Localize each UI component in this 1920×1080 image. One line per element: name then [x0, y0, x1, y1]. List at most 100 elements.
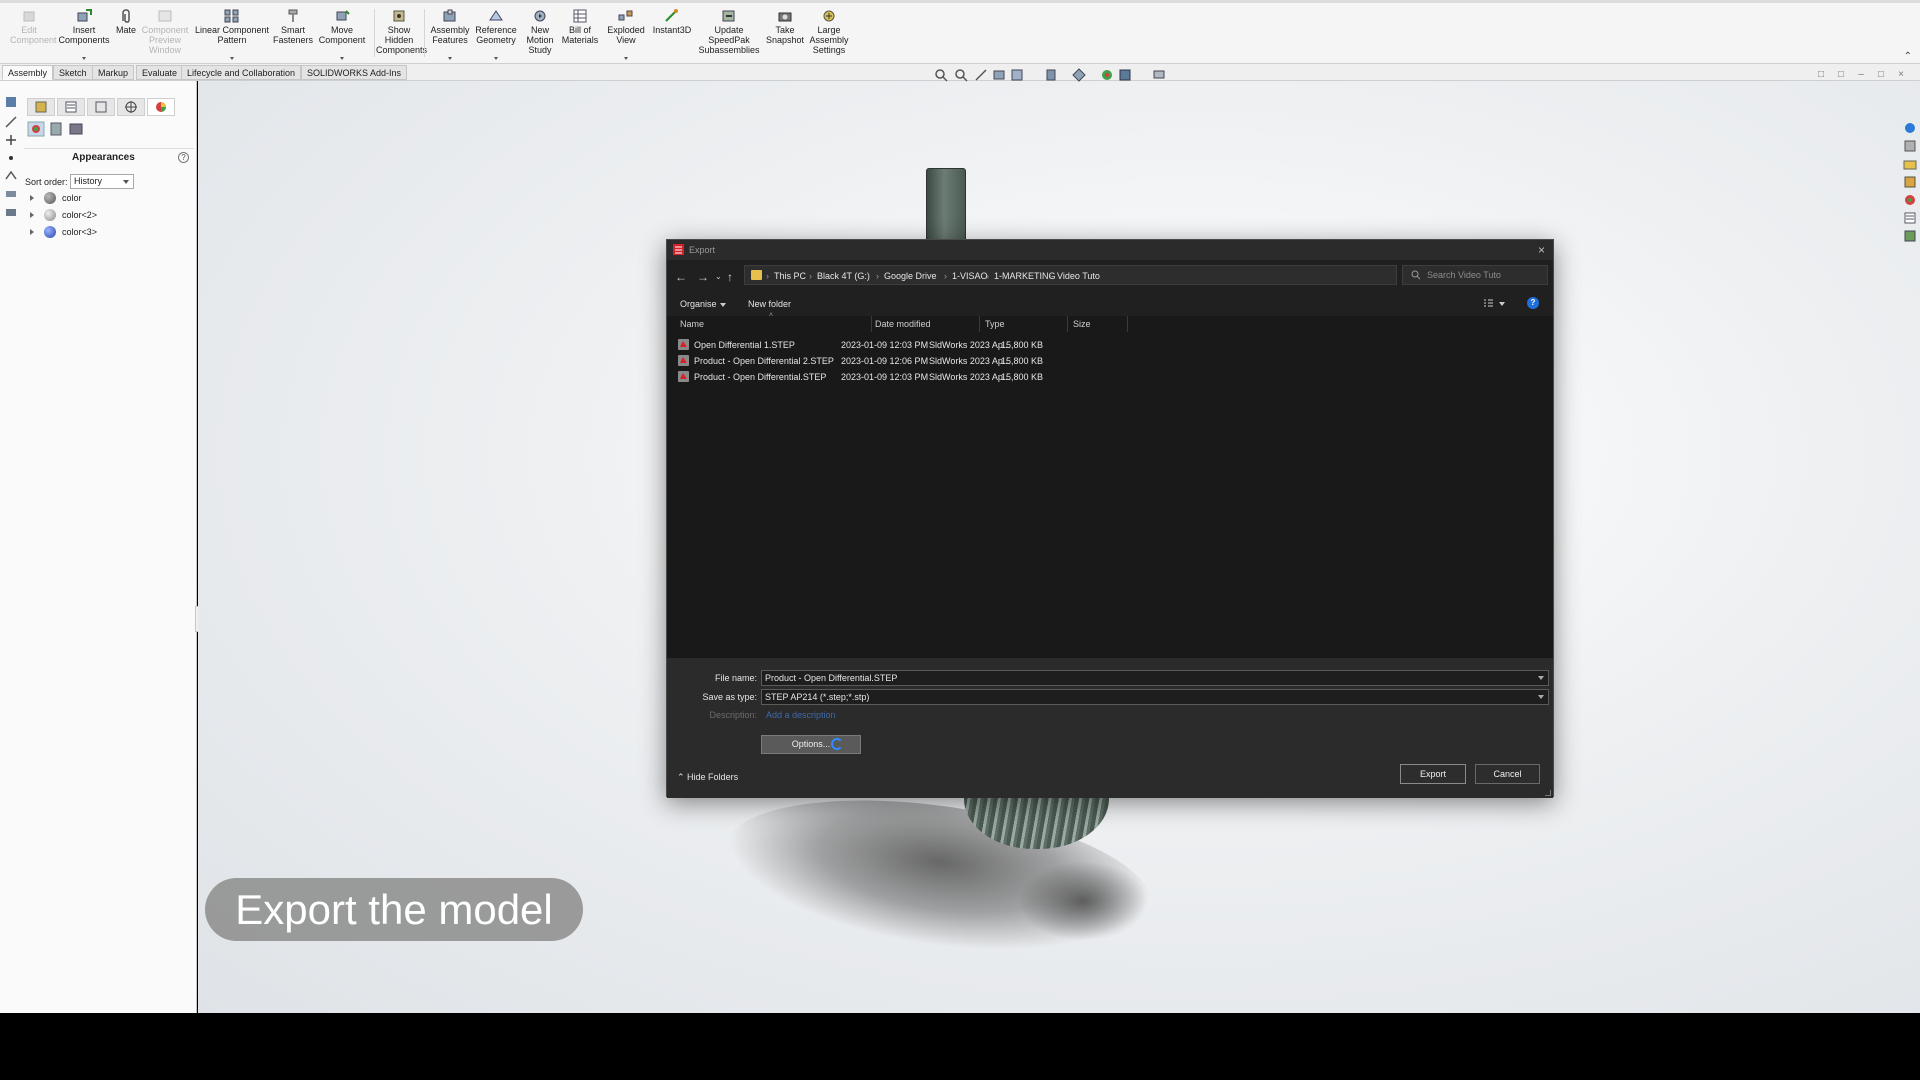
edit-appearance-icon[interactable]: [1100, 68, 1114, 82]
tab-lifecycle-collaboration[interactable]: Lifecycle and Collaboration: [181, 65, 302, 80]
maximize-doc-icon[interactable]: □: [1876, 70, 1886, 80]
edit-component-button[interactable]: Edit Component: [10, 7, 57, 45]
view-palette-icon[interactable]: [1903, 175, 1917, 189]
file-name-input[interactable]: Product - Open Differential.STEP: [761, 670, 1549, 686]
file-row[interactable]: Product - Open Differential 2.STEP 2023-…: [673, 353, 1127, 368]
part-icon[interactable]: [4, 95, 18, 109]
column-type[interactable]: Type: [985, 319, 1005, 329]
exploded-view-caret-icon[interactable]: [624, 57, 628, 60]
move-component-button[interactable]: Move Component: [316, 7, 368, 60]
tile-icon[interactable]: □: [1816, 70, 1826, 80]
linear-pattern-caret-icon[interactable]: [230, 57, 234, 60]
cancel-button[interactable]: Cancel: [1475, 764, 1540, 784]
zoom-to-area-icon[interactable]: [954, 68, 968, 82]
file-list[interactable]: Name ˄ Date modified Type Size Open Diff…: [667, 312, 1553, 658]
apply-scene-icon[interactable]: [1118, 68, 1132, 82]
scenes-icon[interactable]: [67, 121, 85, 137]
up-arrow-icon[interactable]: ↑: [727, 270, 733, 284]
take-snapshot-button[interactable]: Take Snapshot: [762, 7, 808, 45]
tab-assembly[interactable]: Assembly: [2, 65, 54, 80]
view-orientation-icon[interactable]: [1044, 68, 1058, 82]
view-mode-chevron-icon[interactable]: [1499, 302, 1505, 306]
smart-dimension-icon[interactable]: [4, 133, 18, 147]
instant3d-button[interactable]: Instant3D: [650, 7, 694, 35]
tab-markup[interactable]: Markup: [92, 65, 135, 80]
mate-tool-icon[interactable]: [4, 169, 18, 183]
export-button[interactable]: Export: [1400, 764, 1466, 784]
breadcrumb-visao[interactable]: 1-VISAO: [952, 271, 988, 281]
breadcrumb-video-tuto[interactable]: Video Tuto: [1057, 271, 1100, 281]
configuration-manager-tab[interactable]: [87, 98, 115, 116]
column-separator[interactable]: [1067, 316, 1068, 332]
file-explorer-icon[interactable]: [1903, 157, 1917, 171]
exploded-view-button[interactable]: Exploded View: [604, 7, 648, 60]
breadcrumb-drive[interactable]: Black 4T (G:): [817, 271, 870, 281]
appearances-scenes-icon[interactable]: [1903, 193, 1917, 207]
dynamic-annotation-icon[interactable]: [1010, 68, 1024, 82]
reference-geometry-caret-icon[interactable]: [494, 57, 498, 60]
resize-grip-handle[interactable]: [1545, 790, 1551, 796]
close-doc-icon[interactable]: ×: [1896, 70, 1906, 80]
ribbon-collapse-chevron-icon[interactable]: ⌃: [1904, 51, 1912, 62]
tool-icon[interactable]: [4, 187, 18, 201]
move-component-caret-icon[interactable]: [340, 57, 344, 60]
column-separator[interactable]: [1127, 316, 1128, 332]
new-folder-button[interactable]: New folder: [748, 299, 791, 309]
breadcrumb-google-drive[interactable]: Google Drive: [884, 271, 937, 281]
insert-components-button[interactable]: Insert Components: [56, 7, 112, 60]
file-row[interactable]: Product - Open Differential.STEP 2023-01…: [673, 369, 1127, 384]
tab-sketch[interactable]: Sketch: [53, 65, 93, 80]
column-size[interactable]: Size: [1073, 319, 1091, 329]
large-assembly-settings-button[interactable]: Large Assembly Settings: [808, 7, 850, 55]
restore-doc-icon[interactable]: □: [1836, 70, 1846, 80]
forward-arrow-icon[interactable]: →: [697, 270, 709, 284]
column-separator[interactable]: [871, 316, 872, 332]
property-manager-tab[interactable]: [57, 98, 85, 116]
dimxpert-tab[interactable]: [117, 98, 145, 116]
options-button[interactable]: Options...: [761, 735, 861, 754]
section-view-icon[interactable]: [992, 68, 1006, 82]
line-tool-icon[interactable]: [4, 115, 18, 129]
organise-menu-button[interactable]: Organise: [680, 299, 725, 309]
minimize-doc-icon[interactable]: –: [1856, 70, 1866, 80]
assembly-features-button[interactable]: Assembly Features: [428, 7, 472, 60]
previous-view-icon[interactable]: [974, 68, 988, 82]
tab-evaluate[interactable]: Evaluate: [136, 65, 184, 80]
search-input[interactable]: Search Video Tuto: [1402, 265, 1548, 285]
close-icon[interactable]: ×: [1538, 243, 1545, 257]
expand-arrow-icon[interactable]: [30, 212, 34, 218]
design-library-icon[interactable]: [1903, 139, 1917, 153]
back-arrow-icon[interactable]: ←: [675, 270, 687, 284]
address-bar[interactable]: › This PC › Black 4T (G:) › Google Drive…: [744, 265, 1454, 286]
camera-tool-icon[interactable]: [4, 205, 18, 219]
display-manager-tab[interactable]: [147, 98, 175, 116]
help-button[interactable]: ?: [1527, 297, 1539, 309]
custom-properties-icon[interactable]: [1903, 211, 1917, 225]
expand-arrow-icon[interactable]: [30, 195, 34, 201]
point-icon[interactable]: [4, 151, 18, 165]
sort-order-select[interactable]: History: [70, 174, 134, 189]
column-date-modified[interactable]: Date modified: [875, 319, 931, 329]
solidworks-resources-icon[interactable]: [1903, 121, 1917, 135]
bill-of-materials-button[interactable]: Bill of Materials: [560, 7, 600, 45]
help-icon[interactable]: ?: [178, 152, 189, 163]
linear-component-pattern-button[interactable]: Linear Component Pattern: [192, 7, 272, 60]
appearances-icon[interactable]: [27, 121, 45, 137]
assembly-features-caret-icon[interactable]: [448, 57, 452, 60]
feature-manager-tab[interactable]: [27, 98, 55, 116]
zoom-to-fit-icon[interactable]: [934, 68, 948, 82]
dialog-title-bar[interactable]: Export ×: [667, 240, 1553, 260]
insert-components-caret-icon[interactable]: [82, 57, 86, 60]
view-mode-icon[interactable]: [1483, 298, 1494, 309]
smart-fasteners-button[interactable]: Smart Fasteners: [272, 7, 314, 45]
tab-solidworks-add-ins[interactable]: SOLIDWORKS Add-Ins: [301, 65, 408, 80]
save-as-type-select[interactable]: STEP AP214 (*.step;*.stp): [761, 689, 1549, 705]
show-hidden-components-button[interactable]: Show Hidden Components: [376, 7, 427, 55]
breadcrumb-marketing[interactable]: 1-MARKETING: [994, 271, 1056, 281]
column-name[interactable]: Name: [680, 319, 704, 329]
display-style-icon[interactable]: [1072, 68, 1086, 82]
recent-locations-chevron-icon[interactable]: ⌄: [715, 272, 722, 281]
hide-folders-toggle[interactable]: ⌃ Hide Folders: [677, 772, 738, 783]
new-motion-study-button[interactable]: New Motion Study: [522, 7, 558, 55]
add-description-link[interactable]: Add a description: [766, 710, 836, 720]
